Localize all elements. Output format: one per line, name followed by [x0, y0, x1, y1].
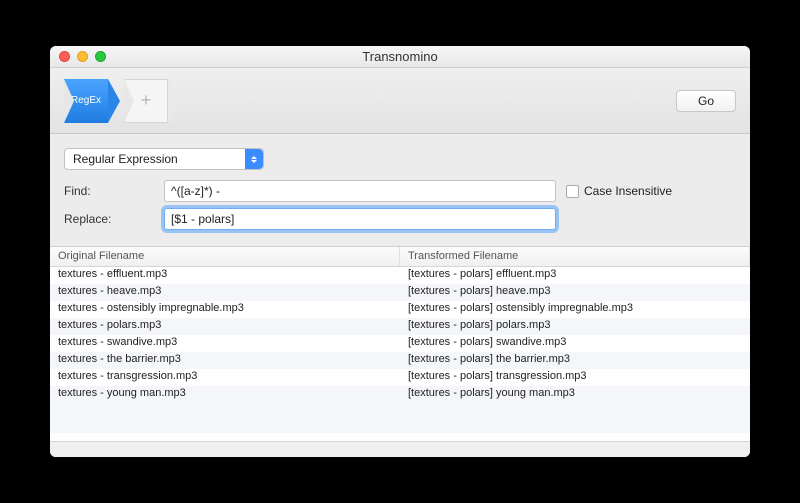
zoom-icon[interactable]: [95, 51, 106, 62]
replace-input[interactable]: [$1 - polars]: [164, 208, 556, 230]
window-title: Transnomino: [50, 49, 750, 64]
table-row[interactable]: textures - young man.mp3[textures - pola…: [50, 386, 750, 403]
col-original[interactable]: Original Filename: [50, 247, 400, 266]
cell-original: textures - effluent.mp3: [50, 267, 400, 284]
table-row[interactable]: textures - transgression.mp3[textures - …: [50, 369, 750, 386]
app-window: Transnomino RegEx + Go Regular Expressio…: [50, 46, 750, 457]
case-insensitive-checkbox[interactable]: Case Insensitive: [566, 184, 672, 198]
cell-original: textures - swandive.mp3: [50, 335, 400, 352]
mode-select-value: Regular Expression: [73, 152, 245, 166]
window-controls: [50, 51, 106, 62]
toolbar: RegEx + Go: [50, 68, 750, 134]
minimize-icon[interactable]: [77, 51, 88, 62]
add-step-button[interactable]: +: [124, 79, 178, 123]
find-input-value: ^([a-z]*) -: [171, 184, 220, 198]
go-button[interactable]: Go: [676, 90, 736, 112]
cell-transformed: [textures - polars] swandive.mp3: [400, 335, 750, 352]
cell-original: textures - heave.mp3: [50, 284, 400, 301]
replace-label: Replace:: [64, 212, 164, 226]
cell-transformed: [textures - polars] young man.mp3: [400, 386, 750, 403]
cell-transformed: [textures - polars] heave.mp3: [400, 284, 750, 301]
table-body: textures - effluent.mp3[textures - polar…: [50, 267, 750, 441]
find-input[interactable]: ^([a-z]*) -: [164, 180, 556, 202]
cell-original: textures - young man.mp3: [50, 386, 400, 403]
cell-transformed: [textures - polars] ostensibly impregnab…: [400, 301, 750, 318]
titlebar: Transnomino: [50, 46, 750, 68]
checkbox-icon: [566, 185, 579, 198]
cell-original: textures - ostensibly impregnable.mp3: [50, 301, 400, 318]
results-table: Original Filename Transformed Filename t…: [50, 246, 750, 457]
form-area: Regular Expression Find: ^([a-z]*) - Cas…: [50, 134, 750, 246]
table-row[interactable]: textures - ostensibly impregnable.mp3[te…: [50, 301, 750, 318]
close-icon[interactable]: [59, 51, 70, 62]
cell-transformed: [textures - polars] polars.mp3: [400, 318, 750, 335]
cell-transformed: [textures - polars] effluent.mp3: [400, 267, 750, 284]
table-row[interactable]: textures - the barrier.mp3[textures - po…: [50, 352, 750, 369]
cell-transformed: [textures - polars] transgression.mp3: [400, 369, 750, 386]
replace-row: Replace: [$1 - polars]: [64, 208, 736, 230]
go-button-label: Go: [698, 94, 714, 108]
table-row[interactable]: textures - swandive.mp3[textures - polar…: [50, 335, 750, 352]
cell-original: textures - polars.mp3: [50, 318, 400, 335]
table-footer: [50, 441, 750, 457]
table-row[interactable]: textures - heave.mp3[textures - polars] …: [50, 284, 750, 301]
step-regex[interactable]: RegEx: [64, 79, 118, 123]
replace-input-value: [$1 - polars]: [171, 212, 234, 226]
table-row[interactable]: textures - polars.mp3[textures - polars]…: [50, 318, 750, 335]
find-label: Find:: [64, 184, 164, 198]
cell-original: textures - the barrier.mp3: [50, 352, 400, 369]
chevron-updown-icon: [245, 149, 263, 169]
col-transformed[interactable]: Transformed Filename: [400, 247, 750, 266]
table-row[interactable]: textures - effluent.mp3[textures - polar…: [50, 267, 750, 284]
table-header: Original Filename Transformed Filename: [50, 247, 750, 267]
cell-transformed: [textures - polars] the barrier.mp3: [400, 352, 750, 369]
find-row: Find: ^([a-z]*) - Case Insensitive: [64, 180, 736, 202]
mode-select[interactable]: Regular Expression: [64, 148, 264, 170]
case-checkbox-label: Case Insensitive: [584, 184, 672, 198]
cell-original: textures - transgression.mp3: [50, 369, 400, 386]
